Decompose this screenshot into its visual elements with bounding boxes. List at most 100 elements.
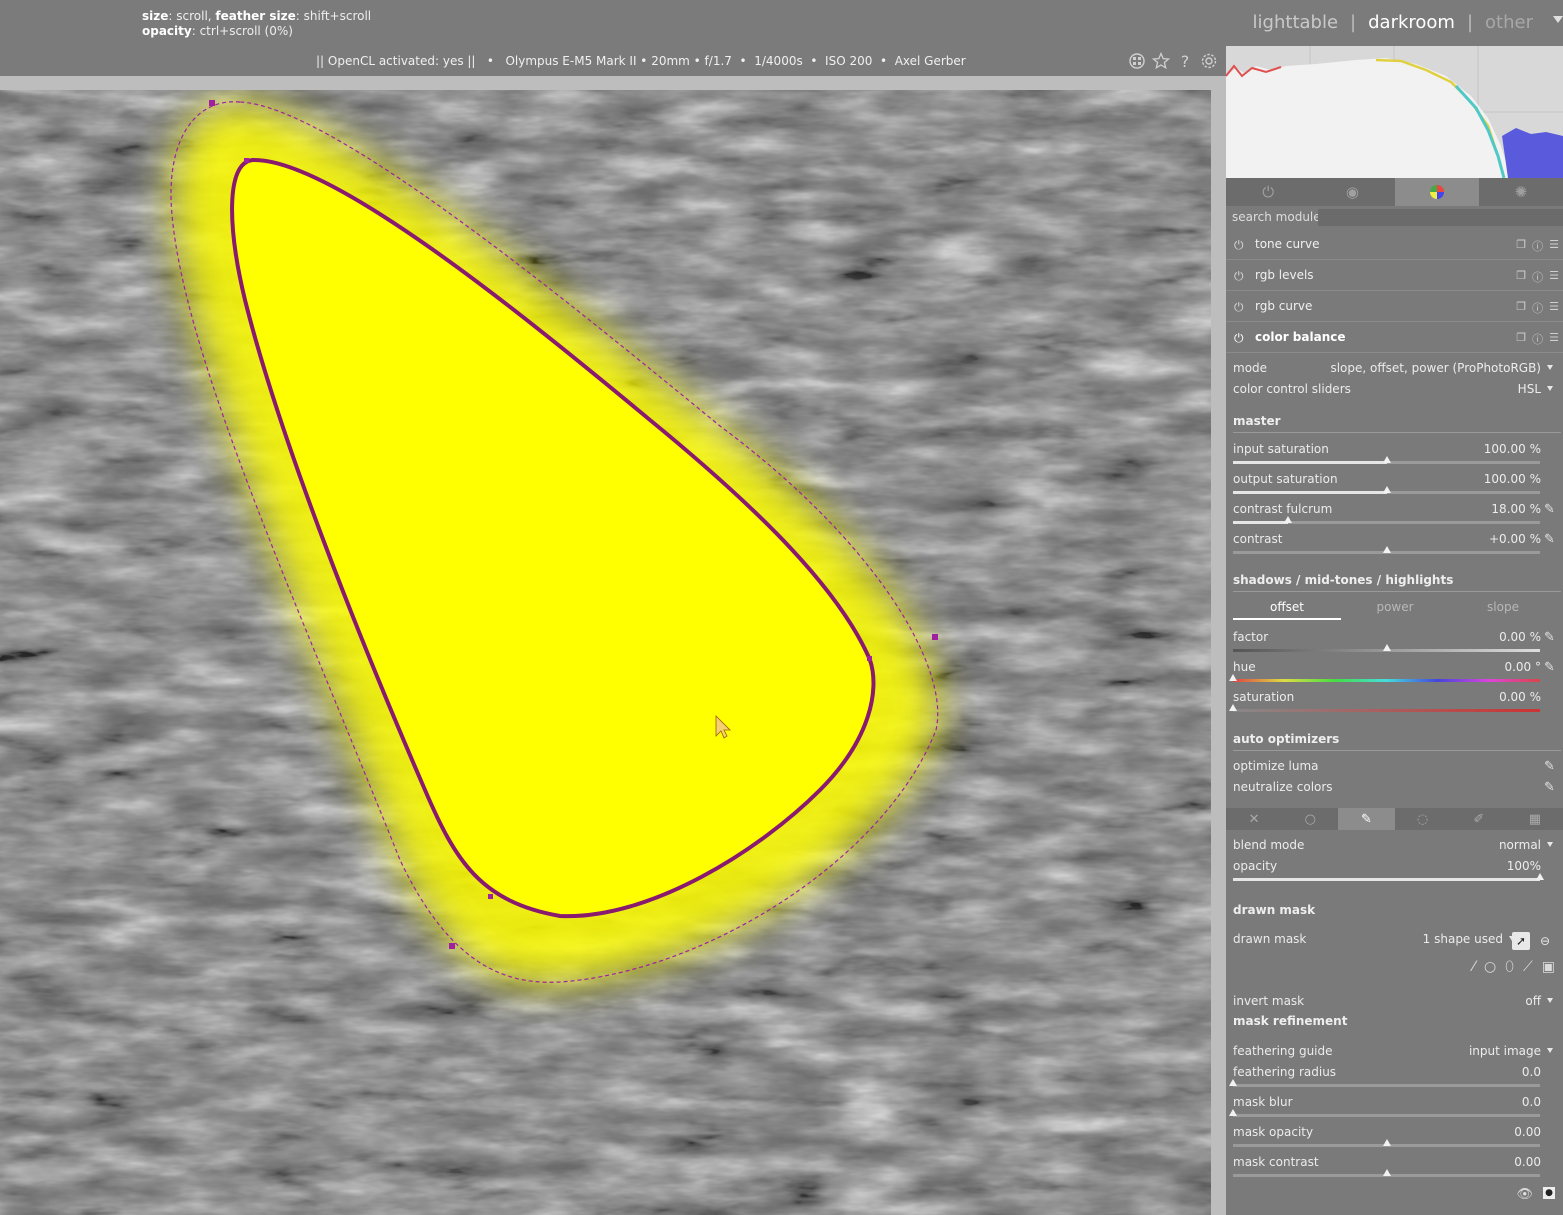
remove-mask-icon[interactable]: ⊖: [1536, 932, 1554, 950]
presets-icon[interactable]: ❐: [1516, 331, 1526, 347]
contrast-fulcrum-track[interactable]: [1233, 516, 1540, 528]
module-tone-curve[interactable]: ⏻ tone curve ❐ ⓘ ☰: [1226, 230, 1563, 260]
slider-label: mask opacity: [1233, 1125, 1314, 1139]
color-picker-icon[interactable]: ✎: [1544, 780, 1555, 795]
view-other[interactable]: other: [1485, 12, 1533, 33]
color-picker-icon[interactable]: ✎: [1544, 630, 1555, 645]
menu-icon[interactable]: ☰: [1549, 331, 1559, 347]
ellipse-shape-icon[interactable]: ⬯: [1505, 959, 1514, 975]
blend-mode-combobox[interactable]: blend mode normal: [1233, 838, 1553, 856]
menu-icon[interactable]: ☰: [1549, 238, 1559, 254]
gear-icon[interactable]: [1200, 52, 1218, 70]
neutralize-colors-button[interactable]: neutralize colors: [1233, 780, 1541, 798]
power-icon[interactable]: ⏻: [1234, 238, 1244, 253]
module-rgb-levels[interactable]: ⏻ rgb levels ❐ ⓘ ☰: [1226, 261, 1563, 291]
module-color-balance[interactable]: ⏻ color balance ❐ ⓘ ☰: [1226, 323, 1563, 353]
path-shape-icon[interactable]: ⟋: [1523, 959, 1533, 975]
view-dropdown-icon[interactable]: [1553, 16, 1563, 23]
dropdown-caret-icon: [1547, 386, 1553, 391]
show-edit-mask-icon[interactable]: ➚: [1512, 932, 1530, 950]
star-icon[interactable]: [1152, 52, 1170, 70]
slider-value: 100%: [1506, 859, 1541, 873]
blend-drawn-parametric-icon[interactable]: ✐: [1451, 808, 1507, 830]
slider-label: mask contrast: [1233, 1155, 1319, 1169]
node[interactable]: [932, 634, 938, 640]
opacity-track[interactable]: [1233, 873, 1544, 885]
mask-display-icon[interactable]: ●: [1543, 1187, 1555, 1199]
power-icon[interactable]: ⏻: [1234, 331, 1244, 346]
histogram[interactable]: [1226, 46, 1563, 178]
node[interactable]: [867, 656, 872, 661]
color-picker-icon[interactable]: ✎: [1544, 532, 1555, 547]
mask-contrast-track[interactable]: [1233, 1169, 1540, 1181]
search-label: search module: [1232, 210, 1321, 224]
tab-offset[interactable]: offset: [1233, 600, 1341, 620]
slider-value: 18.00 %: [1491, 502, 1541, 516]
eye-icon[interactable]: 👁: [1516, 1187, 1533, 1202]
presets-icon[interactable]: ❐: [1516, 238, 1526, 254]
feathering-guide-combobox[interactable]: feathering guide input image: [1233, 1044, 1553, 1062]
mask-opacity-track[interactable]: [1233, 1139, 1540, 1151]
view-separator: |: [1350, 12, 1357, 33]
reset-icon[interactable]: ⓘ: [1532, 331, 1543, 347]
output-saturation-track[interactable]: [1233, 486, 1540, 498]
feathering-radius-track[interactable]: [1229, 1079, 1540, 1091]
hue-track[interactable]: [1229, 674, 1540, 686]
view-lighttable[interactable]: lighttable: [1253, 12, 1338, 33]
group-active-icon[interactable]: ⏻: [1226, 178, 1310, 206]
tab-power[interactable]: power: [1341, 600, 1449, 614]
power-icon[interactable]: ⏻: [1234, 300, 1244, 315]
reset-icon[interactable]: ⓘ: [1532, 269, 1543, 285]
slider-label: hue: [1233, 660, 1256, 674]
blend-parametric-icon[interactable]: ◌: [1395, 808, 1451, 830]
menu-icon[interactable]: ☰: [1549, 300, 1559, 316]
invert-mask-combobox[interactable]: invert mask off: [1233, 994, 1553, 1012]
saturation-track[interactable]: [1229, 704, 1540, 716]
reset-icon[interactable]: ⓘ: [1532, 238, 1543, 254]
mode-combobox[interactable]: mode slope, offset, power (ProPhotoRGB): [1233, 361, 1553, 379]
presets-icon[interactable]: ❐: [1516, 269, 1526, 285]
menu-icon[interactable]: ☰: [1549, 269, 1559, 285]
feathering-guide-value: input image: [1468, 1044, 1541, 1058]
color-picker-icon[interactable]: ✎: [1544, 759, 1555, 774]
contrast-track[interactable]: [1233, 546, 1540, 558]
power-icon[interactable]: ⏻: [1234, 269, 1244, 284]
reset-icon[interactable]: ⓘ: [1532, 300, 1543, 316]
view-darkroom[interactable]: darkroom: [1368, 12, 1455, 33]
blend-drawn-icon[interactable]: ✎: [1338, 808, 1395, 830]
module-rgb-curve[interactable]: ⏻ rgb curve ❐ ⓘ ☰: [1226, 292, 1563, 322]
gradient-shape-icon[interactable]: ▣: [1542, 959, 1555, 975]
presets-icon[interactable]: ❐: [1516, 300, 1526, 316]
image-canvas[interactable]: [0, 90, 1211, 1215]
drawn-mask-combobox[interactable]: drawn mask 1 shape used: [1233, 932, 1515, 950]
brush-icon[interactable]: ⁄: [1473, 959, 1475, 975]
factor-track[interactable]: [1233, 644, 1540, 656]
slider-label: opacity: [1233, 859, 1278, 873]
node[interactable]: [244, 158, 249, 163]
group-base-icon[interactable]: ◉: [1310, 178, 1394, 206]
tab-slope[interactable]: slope: [1449, 600, 1557, 614]
blend-raster-icon[interactable]: ▦: [1507, 808, 1563, 830]
optimize-luma-button[interactable]: optimize luma: [1233, 759, 1541, 777]
help-icon[interactable]: ?: [1176, 52, 1194, 71]
slider-label: mask blur: [1233, 1095, 1293, 1109]
center-top-border: [0, 76, 1226, 90]
color-picker-icon[interactable]: ✎: [1544, 660, 1555, 675]
group-effects-icon[interactable]: ✺: [1479, 178, 1563, 206]
group-color-icon[interactable]: [1394, 178, 1479, 206]
slider-label: input saturation: [1233, 442, 1329, 456]
color-control-sliders-combobox[interactable]: color control sliders HSL: [1233, 382, 1553, 400]
input-saturation-track[interactable]: [1233, 456, 1540, 468]
node[interactable]: [209, 100, 215, 106]
dropdown-caret-icon: [1547, 1048, 1553, 1053]
color-picker-icon[interactable]: ✎: [1544, 502, 1555, 517]
circle-shape-icon[interactable]: ○: [1484, 959, 1496, 975]
node[interactable]: [488, 894, 493, 899]
mask-blur-track[interactable]: [1229, 1109, 1540, 1121]
blend-uniform-icon[interactable]: ○: [1282, 808, 1338, 830]
grouping-icon[interactable]: [1128, 52, 1146, 70]
node[interactable]: [449, 943, 455, 949]
section-master: master: [1233, 414, 1561, 433]
search-input[interactable]: [1318, 209, 1563, 226]
blend-off-icon[interactable]: ✕: [1226, 808, 1282, 830]
